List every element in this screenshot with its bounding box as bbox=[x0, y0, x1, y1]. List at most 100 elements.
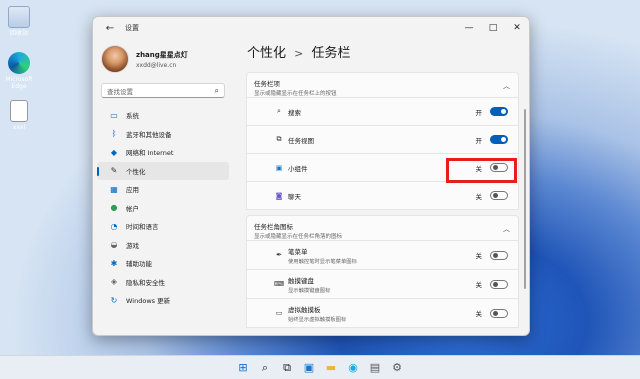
search-toggle[interactable] bbox=[490, 107, 508, 116]
task-view-icon[interactable]: ⧉ bbox=[278, 359, 296, 377]
monitor-icon: ▭ bbox=[110, 110, 118, 120]
page-title: 任务栏 bbox=[311, 46, 351, 61]
user-name: zhang星星点灯 bbox=[136, 50, 188, 59]
setting-label: 笔菜单 bbox=[288, 247, 308, 256]
chat-toggle[interactable] bbox=[490, 191, 508, 200]
sidebar-item-gaming[interactable]: ◒ 游戏 bbox=[97, 236, 229, 255]
user-profile[interactable]: zhang星星点灯 xxdd@live.cn bbox=[93, 39, 233, 73]
desktop-icon-label: Microsoft Edge bbox=[5, 76, 33, 90]
sidebar-item-label: 隐私和安全性 bbox=[126, 278, 165, 287]
search-icon: ⌕ bbox=[214, 85, 219, 95]
sidebar-item-label: 网络和 Internet bbox=[126, 149, 174, 158]
sidebar: zhang星星点灯 xxdd@live.cn 查找设置 ⌕ ▭ 系统 ᛒ 蓝牙和其他… bbox=[93, 39, 233, 335]
sidebar-item-bluetooth[interactable]: ᛒ 蓝牙和其他设备 bbox=[97, 125, 229, 144]
setting-label: 聊天 bbox=[288, 192, 301, 201]
sidebar-item-accounts[interactable]: ● 帐户 bbox=[97, 199, 229, 218]
sidebar-item-apps[interactable]: ▦ 应用 bbox=[97, 180, 229, 199]
taskbar: ⊞ ⌕ ⧉ ▣ ▬ ◉ ▤ ⚙ bbox=[0, 355, 640, 379]
sidebar-item-label: 时间和语言 bbox=[126, 223, 159, 232]
breadcrumb-separator: > bbox=[294, 47, 304, 60]
setting-description: 使用触控笔时显示笔菜单图标 bbox=[288, 258, 357, 265]
widgets-icon[interactable]: ▣ bbox=[300, 359, 318, 377]
chevron-up-icon: ︿ bbox=[503, 82, 510, 90]
pen-menu-toggle[interactable] bbox=[490, 250, 508, 260]
task-view-toggle[interactable] bbox=[490, 135, 508, 144]
pen-icon: ✎ bbox=[110, 166, 118, 176]
pen-icon: ✒ bbox=[276, 251, 282, 259]
bluetooth-icon: ᛒ bbox=[111, 129, 117, 139]
sidebar-item-label: 应用 bbox=[126, 186, 139, 195]
setting-row-search: ⌕ 搜索 开 bbox=[246, 98, 519, 126]
breadcrumb-parent[interactable]: 个性化 bbox=[247, 46, 286, 61]
close-button[interactable]: ✕ bbox=[505, 23, 529, 33]
settings-icon[interactable]: ⚙ bbox=[388, 359, 406, 377]
user-email: xxdd@live.cn bbox=[136, 61, 177, 69]
setting-description: 始终显示虚拟触摸板图标 bbox=[288, 316, 347, 323]
edge-icon[interactable]: ◉ bbox=[344, 359, 362, 377]
edge-icon bbox=[8, 52, 30, 74]
section-header[interactable]: 任务栏角图标 显示或隐藏显示在任务栏角落的图标 ︿ bbox=[246, 215, 519, 241]
sidebar-nav: ▭ 系统 ᛒ 蓝牙和其他设备 ◆ 网络和 Internet ✎ 个性化 ▦ 应用 ● 帐户 … bbox=[93, 106, 233, 310]
sidebar-item-label: 游戏 bbox=[126, 241, 139, 250]
desktop-icon-file[interactable]: xxxl bbox=[2, 100, 36, 131]
sidebar-item-label: 系统 bbox=[126, 112, 139, 121]
setting-row-virtual-touchpad: ▭ 虚拟触摸板 始终显示虚拟触摸板图标 关 bbox=[246, 299, 519, 328]
section-description: 显示或隐藏显示在任务栏角落的图标 bbox=[254, 234, 343, 240]
main-content: 个性化 > 任务栏 任务栏项 显示或隐藏显示在任务栏上的按钮 ︿ ⌕ 搜索 开 … bbox=[241, 39, 529, 335]
scrollbar[interactable] bbox=[524, 109, 526, 289]
keyboard-icon: ⌨ bbox=[273, 280, 285, 288]
widgets-icon: ▣ bbox=[275, 163, 283, 172]
toggle-state: 开 bbox=[475, 108, 483, 117]
start-icon[interactable]: ⊞ bbox=[234, 359, 252, 377]
setting-row-pen-menu: ✒ 笔菜单 使用触控笔时显示笔菜单图标 关 bbox=[246, 241, 519, 270]
setting-row-touch-keyboard: ⌨ 触摸键盘 显示触摸键盘图标 关 bbox=[246, 270, 519, 299]
setting-label: 虚拟触摸板 bbox=[288, 305, 321, 314]
section-header[interactable]: 任务栏项 显示或隐藏显示在任务栏上的按钮 ︿ bbox=[246, 72, 519, 98]
gamepad-icon: ◒ bbox=[110, 240, 118, 250]
minimize-button[interactable]: — bbox=[457, 23, 481, 33]
setting-label: 任务视图 bbox=[288, 136, 314, 145]
touchpad-icon: ▭ bbox=[275, 309, 283, 317]
sidebar-item-accessibility[interactable]: ✱ 辅助功能 bbox=[97, 254, 229, 273]
desktop-icon-label: 回收站 bbox=[9, 30, 28, 37]
search-icon[interactable]: ⌕ bbox=[256, 359, 274, 377]
account-icon: ● bbox=[110, 203, 118, 213]
section-title: 任务栏角图标 bbox=[254, 223, 293, 231]
sidebar-item-network[interactable]: ◆ 网络和 Internet bbox=[97, 143, 229, 162]
chat-icon: ◙ bbox=[275, 191, 283, 200]
setting-row-task-view: ⧉ 任务视图 开 bbox=[246, 126, 519, 154]
toggle-state: 关 bbox=[475, 281, 483, 289]
breadcrumb: 个性化 > 任务栏 bbox=[247, 42, 529, 64]
search-placeholder: 查找设置 bbox=[107, 87, 133, 96]
sidebar-item-label: 辅助功能 bbox=[126, 260, 152, 269]
title-bar: ← 设置 — □ ✕ bbox=[93, 17, 529, 39]
file-explorer-icon[interactable]: ▬ bbox=[322, 359, 340, 377]
search-input[interactable]: 查找设置 ⌕ bbox=[101, 83, 225, 98]
desktop-icon-recycle-bin[interactable]: 回收站 bbox=[2, 6, 36, 37]
maximize-button[interactable]: □ bbox=[481, 23, 505, 33]
taskbar-items-section: 任务栏项 显示或隐藏显示在任务栏上的按钮 ︿ ⌕ 搜索 开 ⧉ 任务视图 开 ▣… bbox=[246, 72, 519, 210]
wifi-icon: ◆ bbox=[110, 147, 118, 157]
task-view-icon: ⧉ bbox=[276, 135, 282, 143]
store-icon[interactable]: ▤ bbox=[366, 359, 384, 377]
recycle-bin-icon bbox=[8, 6, 30, 28]
sidebar-item-system[interactable]: ▭ 系统 bbox=[97, 106, 229, 125]
desktop-icon-edge[interactable]: Microsoft Edge bbox=[2, 52, 36, 90]
search-icon: ⌕ bbox=[277, 107, 281, 115]
chevron-up-icon: ︿ bbox=[503, 225, 510, 233]
avatar bbox=[101, 45, 129, 73]
accessibility-icon: ✱ bbox=[110, 258, 118, 268]
sidebar-item-windows-update[interactable]: ↻ Windows 更新 bbox=[97, 291, 229, 310]
sidebar-item-time-language[interactable]: ◔ 时间和语言 bbox=[97, 217, 229, 236]
back-arrow-icon[interactable]: ← bbox=[103, 23, 117, 34]
shield-icon: ◈ bbox=[110, 277, 118, 287]
sidebar-item-privacy[interactable]: ◈ 隐私和安全性 bbox=[97, 273, 229, 292]
sidebar-item-personalization[interactable]: ✎ 个性化 bbox=[97, 161, 229, 180]
corner-icons-section: 任务栏角图标 显示或隐藏显示在任务栏角落的图标 ︿ ✒ 笔菜单 使用触控笔时显示… bbox=[246, 215, 519, 328]
virtual-touchpad-toggle[interactable] bbox=[490, 308, 508, 318]
update-icon: ↻ bbox=[110, 295, 118, 305]
toggle-state: 关 bbox=[475, 192, 483, 201]
touch-keyboard-toggle[interactable] bbox=[490, 279, 508, 289]
section-title: 任务栏项 bbox=[254, 80, 280, 88]
file-icon bbox=[10, 100, 28, 122]
